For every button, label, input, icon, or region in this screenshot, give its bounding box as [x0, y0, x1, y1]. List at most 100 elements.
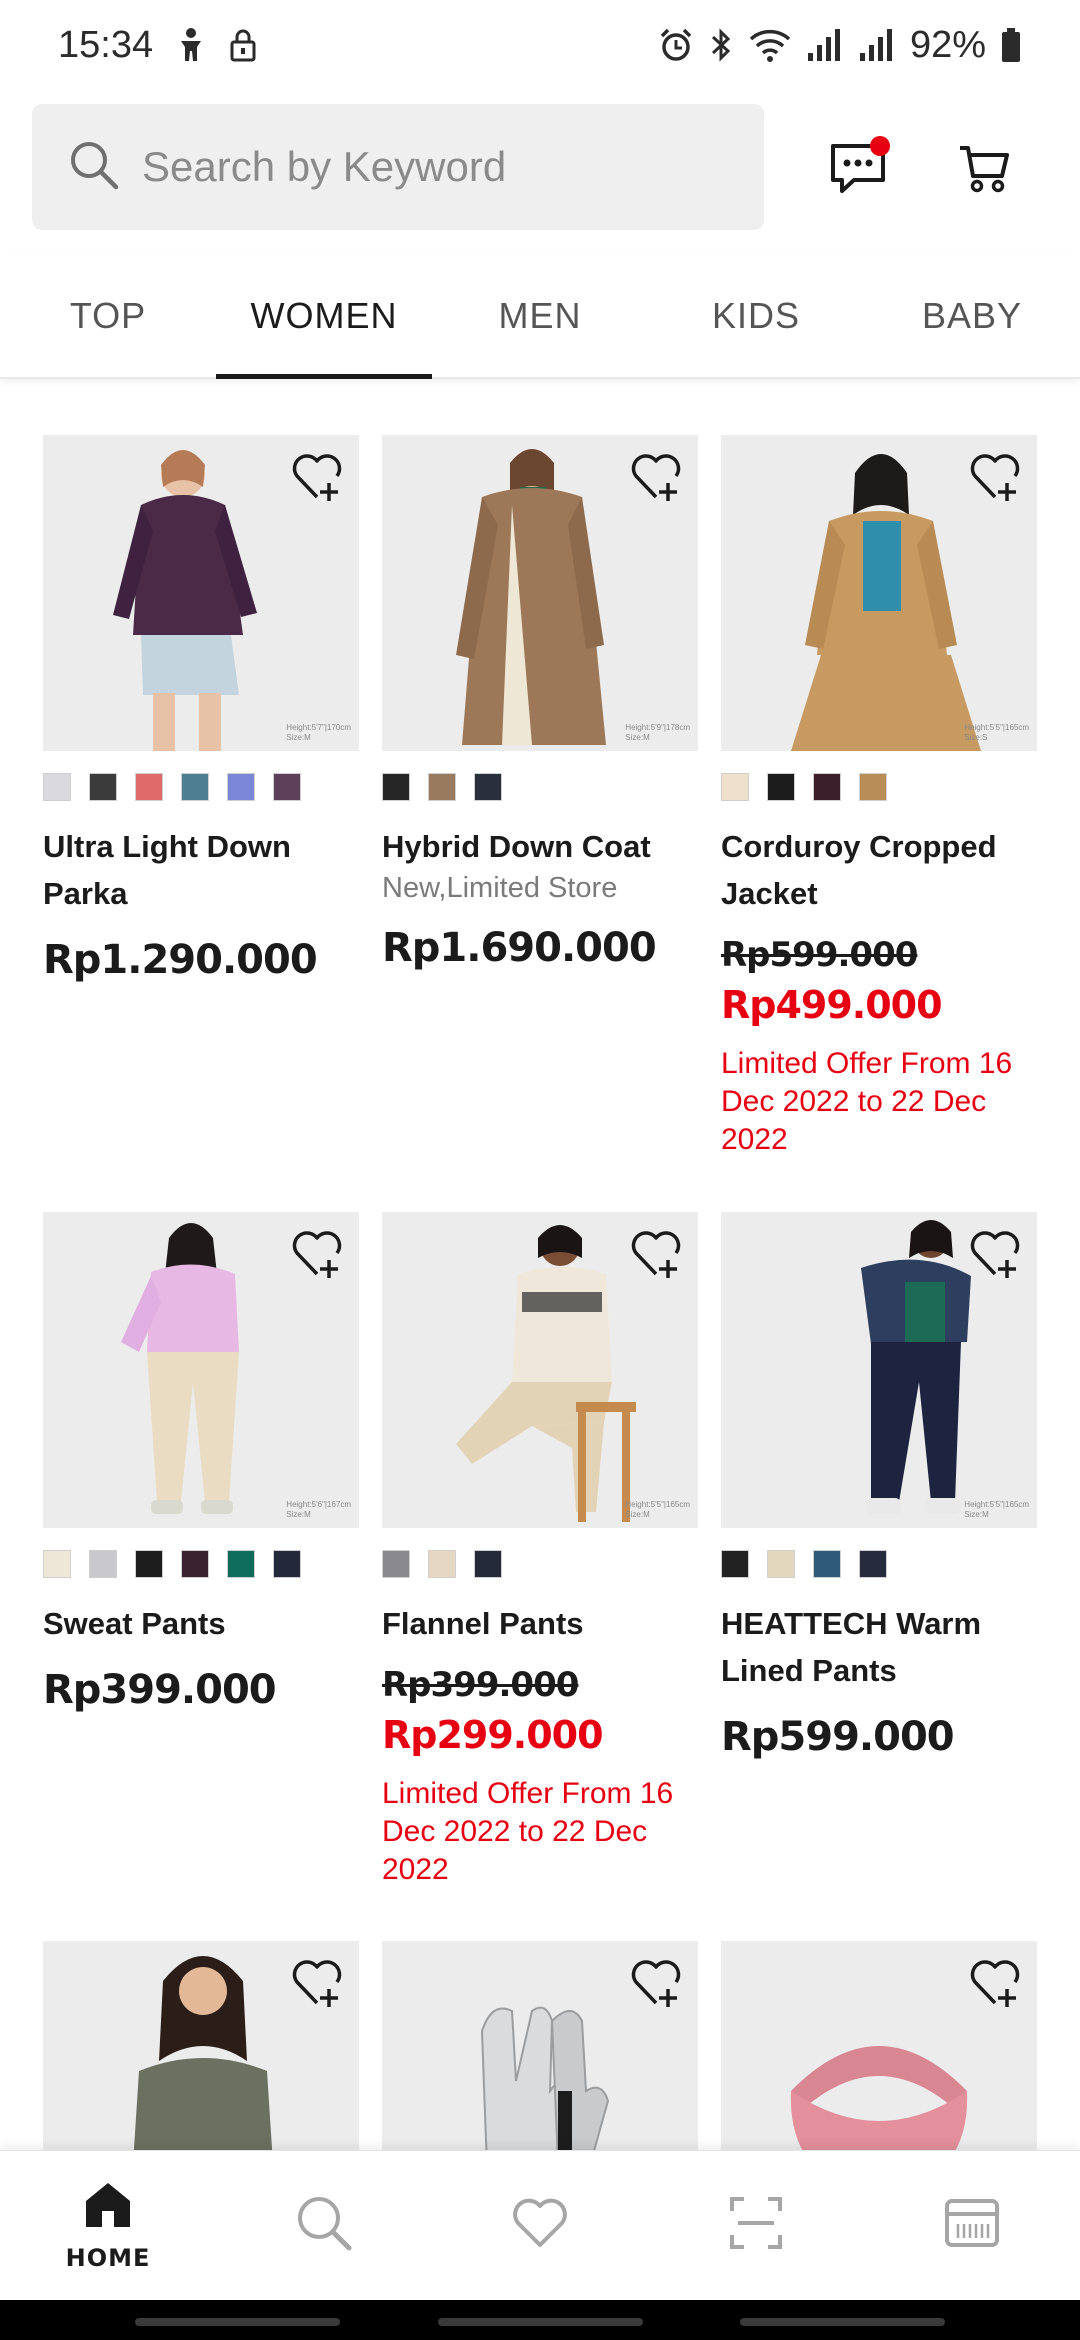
add-to-wishlist-icon[interactable] — [289, 449, 345, 505]
color-swatch[interactable] — [859, 773, 887, 801]
model-size-info: Height:5'5"|165cm Size:S — [964, 723, 1029, 742]
product-card[interactable]: Height:5'6"|167cm Size:M Sweat Pants Rp39… — [43, 1212, 359, 1941]
color-swatches — [721, 773, 1037, 801]
color-swatch[interactable] — [43, 1550, 71, 1578]
system-nav-handle[interactable] — [438, 2318, 643, 2326]
lock-icon — [229, 28, 257, 62]
product-name[interactable]: Flannel Pants — [382, 1600, 698, 1647]
product-image[interactable]: Height:5'5"|165cm Size:M — [382, 1212, 698, 1528]
product-card[interactable]: Height:5'7"|170cm Size:M Ultra Light Down… — [43, 435, 359, 1212]
product-card[interactable]: Height:5'5"|165cm Size:S Corduroy Cropped… — [721, 435, 1037, 1212]
color-swatch[interactable] — [767, 773, 795, 801]
nav-search[interactable] — [216, 2151, 432, 2300]
color-swatch[interactable] — [721, 1550, 749, 1578]
product-name[interactable]: Corduroy Cropped Jacket — [721, 823, 1037, 917]
color-swatch[interactable] — [382, 1550, 410, 1578]
color-swatch[interactable] — [181, 1550, 209, 1578]
color-swatch[interactable] — [227, 1550, 255, 1578]
add-to-wishlist-icon[interactable] — [628, 1955, 684, 2011]
search-bar[interactable]: Search by Keyword — [32, 104, 764, 230]
color-swatch[interactable] — [859, 1550, 887, 1578]
tab-women[interactable]: WOMEN — [216, 255, 432, 379]
tab-top[interactable]: TOP — [0, 255, 216, 377]
color-swatch[interactable] — [721, 773, 749, 801]
tab-kids[interactable]: KIDS — [648, 255, 864, 377]
color-swatch[interactable] — [181, 773, 209, 801]
heart-icon — [511, 2197, 569, 2254]
nav-scan[interactable] — [648, 2151, 864, 2300]
home-icon — [82, 2179, 134, 2236]
color-swatch[interactable] — [428, 773, 456, 801]
color-swatch[interactable] — [135, 773, 163, 801]
nav-home-label: HOME — [65, 2244, 151, 2272]
product-grid: Height:5'7"|170cm Size:M Ultra Light Down… — [43, 435, 1043, 2257]
add-to-wishlist-icon[interactable] — [967, 1955, 1023, 2011]
color-swatch[interactable] — [428, 1550, 456, 1578]
add-to-wishlist-icon[interactable] — [289, 1955, 345, 2011]
color-swatch[interactable] — [813, 1550, 841, 1578]
color-swatch[interactable] — [227, 773, 255, 801]
add-to-wishlist-icon[interactable] — [967, 449, 1023, 505]
product-price: Rp1.690.000 — [382, 925, 657, 971]
color-swatch[interactable] — [813, 773, 841, 801]
product-name[interactable]: Sweat Pants — [43, 1600, 359, 1647]
cart-icon — [956, 140, 1012, 201]
bluetooth-icon — [708, 27, 734, 63]
notification-dot — [870, 136, 890, 156]
sale-price: Rp499.000 — [721, 983, 943, 1027]
product-image[interactable]: Height:5'5"|165cm Size:S — [721, 435, 1037, 751]
accessibility-icon — [175, 27, 207, 63]
search-placeholder: Search by Keyword — [142, 143, 507, 190]
color-swatch[interactable] — [135, 1550, 163, 1578]
product-image[interactable]: Height:5'7"|170cm Size:M — [43, 435, 359, 751]
color-swatch[interactable] — [382, 773, 410, 801]
color-swatches — [382, 1550, 698, 1578]
alarm-icon — [658, 27, 694, 63]
product-name[interactable]: Ultra Light Down Parka — [43, 823, 359, 917]
add-to-wishlist-icon[interactable] — [289, 1226, 345, 1282]
scan-icon — [728, 2195, 784, 2256]
model-size-info: Height:5'5"|165cm Size:M — [625, 1500, 690, 1519]
system-navigation-bar — [0, 2300, 1080, 2340]
membership-card-icon — [944, 2198, 1000, 2253]
color-swatch[interactable] — [43, 773, 71, 801]
color-swatch[interactable] — [767, 1550, 795, 1578]
product-name[interactable]: HEATTECH Warm Lined Pants — [721, 1600, 1037, 1694]
product-tag: New,Limited Store — [382, 872, 618, 904]
tab-baby[interactable]: BABY — [864, 255, 1080, 377]
color-swatch[interactable] — [89, 1550, 117, 1578]
add-to-wishlist-icon[interactable] — [628, 449, 684, 505]
product-card[interactable]: Height:5'5"|165cm Size:M HEATTECH Warm Li… — [721, 1212, 1037, 1941]
status-bar: 15:34 92% — [0, 0, 1080, 90]
nav-membership[interactable] — [864, 2151, 1080, 2300]
color-swatch[interactable] — [474, 1550, 502, 1578]
product-card[interactable]: Height:5'9"|178cm Size:M Hybrid Down Coat… — [382, 435, 698, 1212]
product-price: Rp1.290.000 — [43, 937, 318, 983]
add-to-wishlist-icon[interactable] — [628, 1226, 684, 1282]
messages-button[interactable] — [818, 130, 898, 210]
nav-home[interactable]: HOME — [0, 2151, 216, 2300]
add-to-wishlist-icon[interactable] — [967, 1226, 1023, 1282]
product-name[interactable]: Hybrid Down Coat — [382, 823, 698, 870]
product-price: Rp399.000 — [43, 1667, 277, 1713]
nav-wishlist[interactable] — [432, 2151, 648, 2300]
cart-button[interactable] — [944, 130, 1024, 210]
category-tabs: TOP WOMEN MEN KIDS BABY — [0, 255, 1080, 379]
product-image[interactable]: Height:5'6"|167cm Size:M — [43, 1212, 359, 1528]
product-image[interactable]: Height:5'9"|178cm Size:M — [382, 435, 698, 751]
model-size-info: Height:5'6"|167cm Size:M — [286, 1500, 351, 1519]
color-swatches — [43, 1550, 359, 1578]
color-swatch[interactable] — [273, 773, 301, 801]
product-card[interactable]: Height:5'5"|165cm Size:M Flannel Pants Rp… — [382, 1212, 698, 1941]
original-price: Rp399.000 — [382, 1665, 579, 1705]
color-swatch[interactable] — [273, 1550, 301, 1578]
product-image[interactable]: Height:5'5"|165cm Size:M — [721, 1212, 1037, 1528]
color-swatch[interactable] — [474, 773, 502, 801]
system-nav-handle[interactable] — [135, 2318, 340, 2326]
signal-icon-2 — [858, 27, 896, 63]
color-swatches — [43, 773, 359, 801]
system-nav-handle[interactable] — [740, 2318, 945, 2326]
search-icon — [295, 2194, 353, 2257]
color-swatch[interactable] — [89, 773, 117, 801]
tab-men[interactable]: MEN — [432, 255, 648, 377]
